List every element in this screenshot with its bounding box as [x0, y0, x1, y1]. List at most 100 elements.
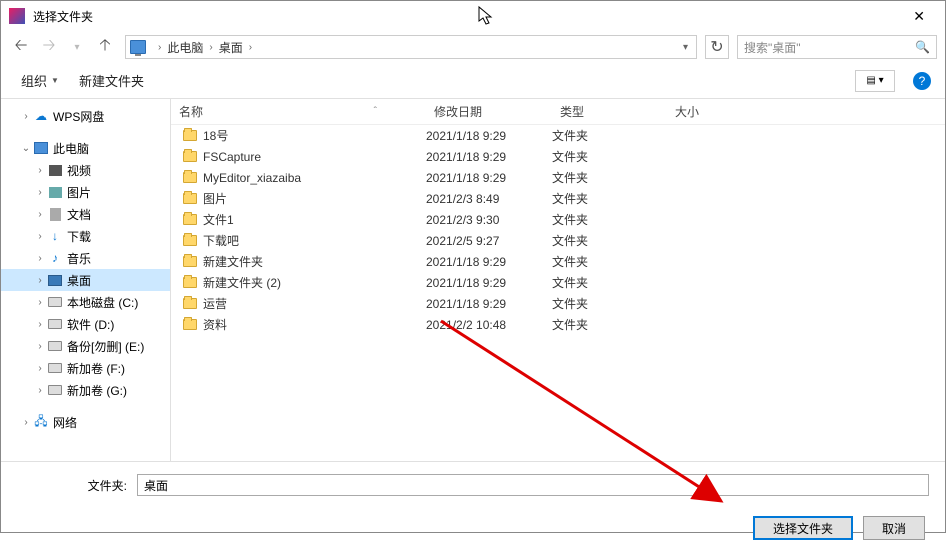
- file-type: 文件夹: [552, 316, 667, 333]
- breadcrumb-item[interactable]: 桌面: [219, 39, 243, 56]
- folder-icon: [183, 235, 197, 246]
- table-row[interactable]: 文件12021/2/3 9:30文件夹: [171, 209, 945, 230]
- folder-icon: [183, 298, 197, 309]
- tree-item-network[interactable]: ›🖧网络: [1, 411, 170, 433]
- drive-icon: [48, 341, 62, 351]
- view-mode-button[interactable]: ▤ ▾: [855, 70, 895, 92]
- tree-item-drive-d[interactable]: ›软件 (D:): [1, 313, 170, 335]
- file-name: 新建文件夹: [203, 253, 263, 270]
- tree-item-pictures[interactable]: ›图片: [1, 181, 170, 203]
- close-button[interactable]: ✕: [901, 4, 937, 29]
- table-row[interactable]: MyEditor_xiazaiba2021/1/18 9:29文件夹: [171, 167, 945, 188]
- recent-dropdown[interactable]: ▾: [65, 35, 89, 59]
- nav-row: 🡠 🡢 ▾ 🡡 › 此电脑 › 桌面 › ▾ ↻ 搜索"桌面" 🔍: [1, 31, 945, 63]
- list-body[interactable]: 18号2021/1/18 9:29文件夹FSCapture2021/1/18 9…: [171, 125, 945, 461]
- up-button[interactable]: 🡡: [93, 35, 117, 59]
- dialog-bottom: 文件夹: 选择文件夹 取消: [1, 461, 945, 552]
- expand-icon[interactable]: ›: [33, 385, 47, 396]
- table-row[interactable]: FSCapture 2021/1/18 9:29文件夹: [171, 146, 945, 167]
- app-icon: [9, 8, 25, 24]
- cloud-icon: ☁: [33, 108, 49, 124]
- file-name: 运营: [203, 295, 227, 312]
- sort-asc-icon: ˆ: [374, 106, 377, 117]
- organize-menu[interactable]: 组织▼: [15, 67, 65, 94]
- expand-icon[interactable]: ›: [19, 111, 33, 122]
- pc-icon: [130, 40, 146, 54]
- table-row[interactable]: 下载吧2021/2/5 9:27文件夹: [171, 230, 945, 251]
- table-row[interactable]: 新建文件夹2021/1/18 9:29文件夹: [171, 251, 945, 272]
- tree-item-documents[interactable]: ›文档: [1, 203, 170, 225]
- address-bar[interactable]: › 此电脑 › 桌面 › ▾: [125, 35, 697, 59]
- table-row[interactable]: 18号2021/1/18 9:29文件夹: [171, 125, 945, 146]
- file-date: 2021/1/18 9:29: [426, 129, 552, 143]
- file-date: 2021/1/18 9:29: [426, 150, 552, 164]
- tree-item-wps[interactable]: ›☁WPS网盘: [1, 105, 170, 127]
- column-date[interactable]: 修改日期: [426, 99, 552, 124]
- back-button[interactable]: 🡠: [9, 35, 33, 59]
- search-placeholder: 搜索"桌面": [744, 39, 915, 56]
- expand-icon[interactable]: ›: [19, 417, 33, 428]
- tree-item-video[interactable]: ›视频: [1, 159, 170, 181]
- file-name: FSCapture: [203, 150, 261, 164]
- file-name: MyEditor_xiazaiba: [203, 171, 301, 185]
- expand-icon[interactable]: ›: [33, 297, 47, 308]
- tree-item-drive-c[interactable]: ›本地磁盘 (C:): [1, 291, 170, 313]
- expand-icon[interactable]: ›: [33, 363, 47, 374]
- expand-icon[interactable]: ›: [33, 275, 47, 286]
- column-size[interactable]: 大小: [667, 99, 767, 124]
- tree-item-pc[interactable]: ⌄此电脑: [1, 137, 170, 159]
- table-row[interactable]: 新建文件夹 (2)2021/1/18 9:29文件夹: [171, 272, 945, 293]
- search-icon: 🔍: [915, 40, 930, 54]
- table-row[interactable]: 运营2021/1/18 9:29文件夹: [171, 293, 945, 314]
- folder-icon: [183, 130, 197, 141]
- file-type: 文件夹: [552, 148, 667, 165]
- search-input[interactable]: 搜索"桌面" 🔍: [737, 35, 937, 59]
- forward-button[interactable]: 🡢: [37, 35, 61, 59]
- refresh-button[interactable]: ↻: [705, 35, 729, 59]
- drive-icon: [48, 385, 62, 395]
- drive-icon: [48, 319, 62, 329]
- desktop-icon: [48, 275, 62, 286]
- folder-icon: [183, 151, 197, 162]
- collapse-icon[interactable]: ⌄: [19, 143, 33, 154]
- table-row[interactable]: 资料2021/2/2 10:48文件夹: [171, 314, 945, 335]
- file-date: 2021/2/5 9:27: [426, 234, 552, 248]
- address-dropdown[interactable]: ▾: [679, 42, 692, 53]
- file-name: 文件1: [203, 211, 234, 228]
- column-name[interactable]: 名称ˆ: [171, 99, 426, 124]
- folder-icon: [183, 172, 197, 183]
- help-button[interactable]: ?: [913, 72, 931, 90]
- file-type: 文件夹: [552, 169, 667, 186]
- expand-icon[interactable]: ›: [33, 231, 47, 242]
- breadcrumb-root[interactable]: 此电脑: [167, 39, 203, 56]
- table-row[interactable]: 图片2021/2/3 8:49文件夹: [171, 188, 945, 209]
- expand-icon[interactable]: ›: [33, 165, 47, 176]
- tree-item-downloads[interactable]: ›↓下载: [1, 225, 170, 247]
- tree-item-music[interactable]: ›♪音乐: [1, 247, 170, 269]
- expand-icon[interactable]: ›: [33, 209, 47, 220]
- expand-icon[interactable]: ›: [33, 187, 47, 198]
- folder-icon: [183, 214, 197, 225]
- folder-tree[interactable]: ›☁WPS网盘 ⌄此电脑 ›视频 ›图片 ›文档 ›↓下载 ›♪音乐 ›桌面 ›…: [1, 99, 171, 461]
- select-folder-button[interactable]: 选择文件夹: [753, 516, 853, 540]
- tree-item-drive-e[interactable]: ›备份[勿删] (E:): [1, 335, 170, 357]
- tree-item-drive-g[interactable]: ›新加卷 (G:): [1, 379, 170, 401]
- cancel-button[interactable]: 取消: [863, 516, 925, 540]
- folder-icon: [183, 256, 197, 267]
- new-folder-button[interactable]: 新建文件夹: [73, 67, 150, 94]
- drive-icon: [48, 297, 62, 307]
- folder-icon: [183, 193, 197, 204]
- chevron-right-icon: ›: [158, 42, 161, 53]
- file-name: 资料: [203, 316, 227, 333]
- tree-item-desktop[interactable]: ›桌面: [1, 269, 170, 291]
- file-name: 下载吧: [203, 232, 239, 249]
- tree-item-drive-f[interactable]: ›新加卷 (F:): [1, 357, 170, 379]
- folder-label: 文件夹:: [17, 477, 127, 494]
- expand-icon[interactable]: ›: [33, 319, 47, 330]
- expand-icon[interactable]: ›: [33, 253, 47, 264]
- file-name: 18号: [203, 127, 228, 144]
- content-area: ›☁WPS网盘 ⌄此电脑 ›视频 ›图片 ›文档 ›↓下载 ›♪音乐 ›桌面 ›…: [1, 99, 945, 461]
- expand-icon[interactable]: ›: [33, 341, 47, 352]
- folder-input[interactable]: [137, 474, 929, 496]
- column-type[interactable]: 类型: [552, 99, 667, 124]
